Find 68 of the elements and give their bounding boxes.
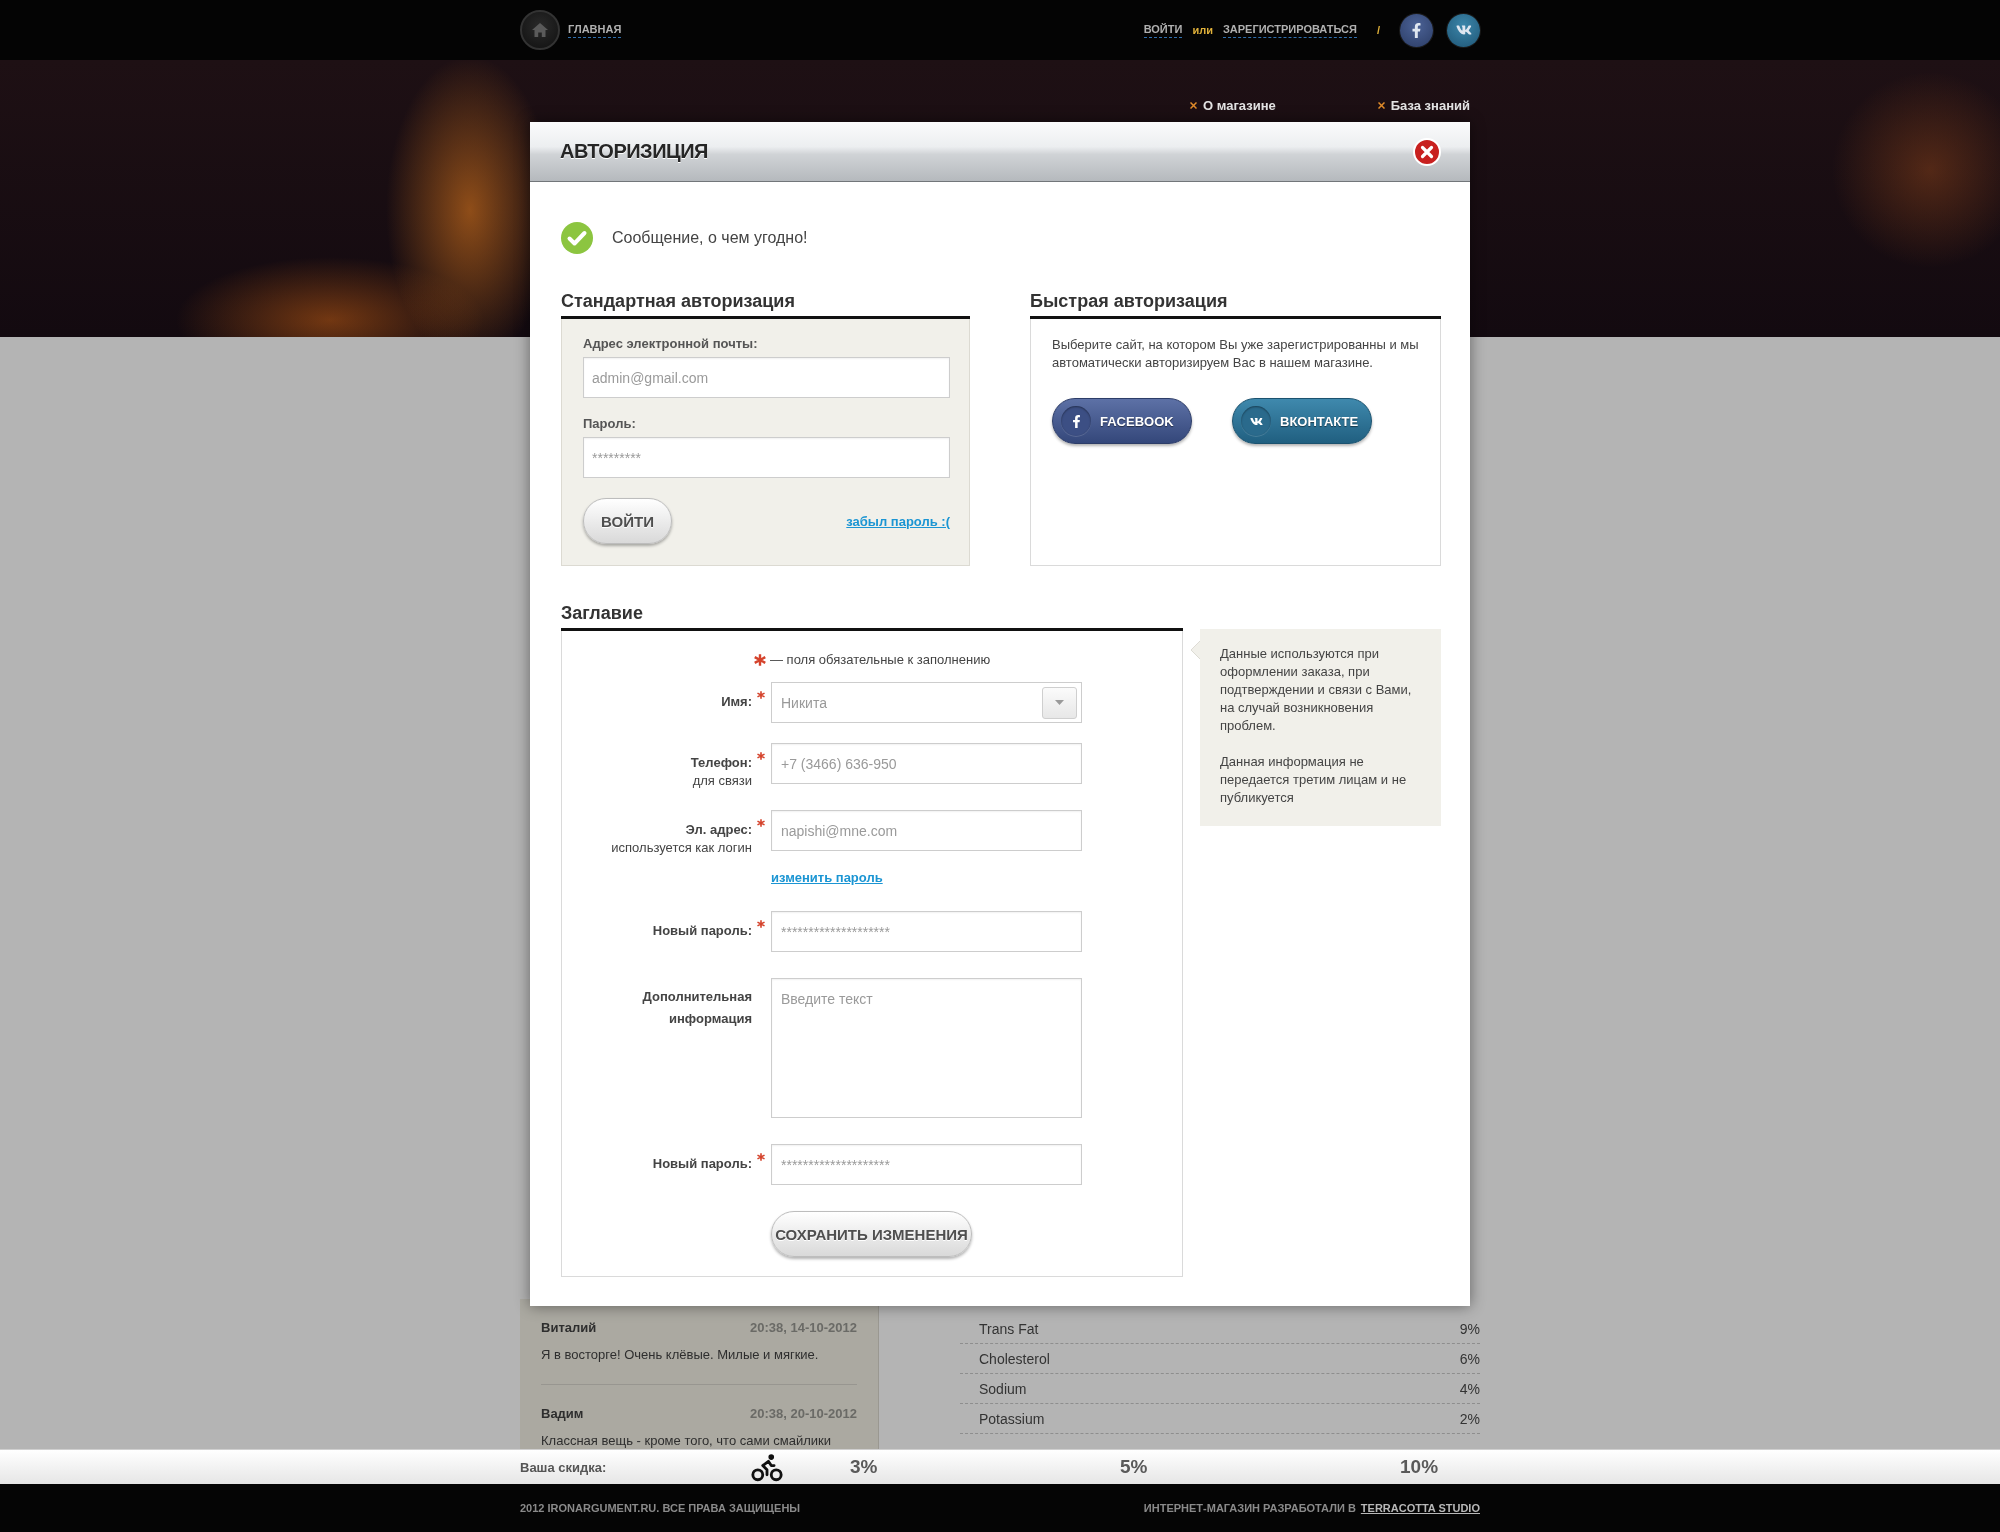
info-text: Данные используются при оформлении заказа, при подтверждении и связи с Вами, на случай возникновения проблем. xyxy=(1220,645,1413,735)
success-check-icon xyxy=(561,222,593,254)
nutrient-name: Potassium xyxy=(979,1410,1045,1427)
nutrient-name: Cholesterol xyxy=(979,1350,1050,1367)
success-message: Сообщение, о чем угодно! xyxy=(612,229,808,247)
nutrient-value: 2% xyxy=(1459,1410,1480,1427)
info-text: Данная информация не передается третим лицам и не публикуется xyxy=(1220,753,1408,807)
discount-level: 5% xyxy=(1120,1456,1148,1478)
required-note: — поля обязательные к заполнению xyxy=(770,652,991,668)
x-mark-icon xyxy=(1377,102,1385,109)
login-link[interactable]: ВОЙТИ xyxy=(1143,22,1183,38)
close-icon[interactable] xyxy=(1413,137,1441,166)
credit-text: ИНТЕРНЕТ-МАГАЗИН РАЗРАБОТАЛИ В xyxy=(1143,1502,1356,1514)
section-heading: Заглавие xyxy=(561,602,1183,631)
input-field[interactable]: +7 (3466) 636-950 xyxy=(771,743,1082,784)
field-label: Телефон: xyxy=(690,754,752,772)
field-label: Адрес электронной почты: xyxy=(583,336,759,352)
dialog-title: АВТОРИЗИЦИЯ xyxy=(560,140,708,163)
login-button[interactable]: ВОЙТИ xyxy=(583,498,672,544)
nutrient-name: Trans Fat xyxy=(979,1320,1039,1337)
x-mark-icon xyxy=(1190,102,1197,109)
studio-link[interactable]: TERRACOTTA STUDIO xyxy=(1360,1502,1480,1514)
menu-link[interactable]: О магазине xyxy=(1203,98,1276,113)
vkontakte-icon xyxy=(1241,406,1271,436)
field-label: Дополнительная информация xyxy=(641,988,752,1028)
input-field[interactable]: napishi@mne.com xyxy=(771,810,1082,851)
discount-level: 3% xyxy=(850,1456,878,1478)
comment-author: Виталий xyxy=(541,1320,597,1336)
field-label: Новый пароль: xyxy=(652,922,752,940)
input-field[interactable]: admin@gmail.com xyxy=(583,357,950,398)
discount-level: 10% xyxy=(1400,1456,1439,1478)
comment-date: 20:38, 20-10-2012 xyxy=(750,1406,857,1422)
nutrient-value: 9% xyxy=(1459,1320,1480,1337)
comment-text: Я в восторге! Очень клёвые. Милые и мягкие. xyxy=(541,1347,820,1363)
discount-label: Ваша скидка: xyxy=(520,1459,608,1475)
facebook-button[interactable]: FACEBOOK xyxy=(1052,398,1192,444)
copyright-text: 2012 IRONARGUMENT.RU. ВСЕ ПРАВА ЗАЩИЩЕНЫ xyxy=(520,1502,801,1514)
field-hint: для связи xyxy=(692,772,752,790)
comment-author: Вадим xyxy=(541,1406,584,1422)
menu-link[interactable]: База знаний xyxy=(1390,98,1470,113)
input-field[interactable]: ******************** xyxy=(771,1144,1082,1185)
caret-icon xyxy=(1055,700,1064,705)
comment-date: 20:38, 14-10-2012 xyxy=(750,1320,857,1336)
nutrient-name: Sodium xyxy=(979,1380,1027,1397)
save-button[interactable]: СОХРАНИТЬ ИЗМЕНЕНИЯ xyxy=(771,1211,972,1257)
divider-text: / xyxy=(1376,24,1380,36)
field-label: Новый пароль: xyxy=(652,1155,752,1173)
quick-login-text: Выберите сайт, на котором Вы уже зарегистрированны и мы автоматически авторизируем Вас в нашем магазине. xyxy=(1052,336,1420,372)
nutrient-value: 4% xyxy=(1459,1380,1480,1397)
nutrient-value: 6% xyxy=(1459,1350,1480,1367)
textarea-field[interactable]: Введите текст xyxy=(771,978,1082,1118)
dropdown-toggle[interactable] xyxy=(1042,686,1077,719)
field-label: Эл. адрес: xyxy=(685,821,752,839)
facebook-icon xyxy=(1061,406,1091,436)
vkontakte-icon[interactable] xyxy=(1447,13,1480,47)
input-field[interactable]: ********* xyxy=(583,437,950,478)
comment-text: Классная вещь - кроме того, что сами смайлики xyxy=(541,1433,833,1449)
home-icon[interactable] xyxy=(520,10,560,50)
required-star-icon xyxy=(754,654,766,666)
field-label: Пароль: xyxy=(583,416,637,432)
field-hint: используется как логин xyxy=(611,839,752,857)
field-label: Имя: xyxy=(721,693,752,711)
or-text: или xyxy=(1192,24,1213,36)
vkontakte-button[interactable]: ВКОНТАКТЕ xyxy=(1232,398,1372,444)
facebook-icon[interactable] xyxy=(1400,13,1433,47)
home-link[interactable]: ГЛАВНАЯ xyxy=(520,10,622,50)
input-field[interactable]: ******************** xyxy=(771,911,1082,952)
register-link[interactable]: ЗАРЕГИСТРИРОВАТЬСЯ xyxy=(1222,22,1357,38)
